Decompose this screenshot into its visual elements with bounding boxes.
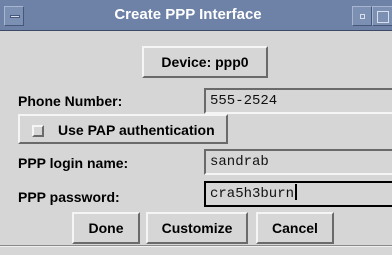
pap-checkbox[interactable] xyxy=(32,125,44,137)
window-title: Create PPP Interface xyxy=(114,6,262,23)
cancel-button[interactable]: Cancel xyxy=(256,212,334,244)
login-name-label: PPP login name: xyxy=(18,155,129,171)
text-cursor xyxy=(295,184,298,200)
minimize-icon[interactable] xyxy=(352,6,372,26)
password-label: PPP password: xyxy=(18,189,120,205)
phone-number-input[interactable]: 555-2524 xyxy=(204,88,392,114)
customize-button[interactable]: Customize xyxy=(146,212,248,244)
title-bar[interactable]: Create PPP Interface xyxy=(0,0,392,31)
pap-label: Use PAP authentication xyxy=(58,122,215,138)
pap-toggle[interactable]: Use PAP authentication xyxy=(18,114,228,144)
device-button[interactable]: Device: ppp0 xyxy=(142,46,268,78)
password-input[interactable]: cra5h3burn xyxy=(204,181,392,207)
phone-number-label: Phone Number: xyxy=(18,93,123,109)
window-menu-icon[interactable] xyxy=(4,6,24,26)
done-button[interactable]: Done xyxy=(72,212,140,244)
bottom-divider xyxy=(0,245,392,247)
login-name-input[interactable]: sandrab xyxy=(204,149,392,175)
maximize-icon[interactable] xyxy=(372,6,392,26)
password-value: cra5h3burn xyxy=(210,186,295,202)
